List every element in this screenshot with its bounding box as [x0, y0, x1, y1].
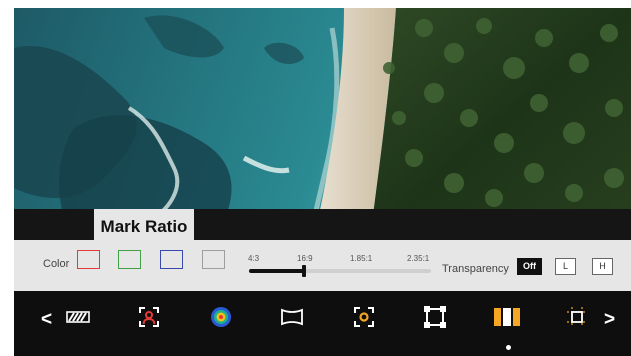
- anamorphic-icon[interactable]: [278, 303, 306, 331]
- swatch-gray[interactable]: [202, 250, 225, 269]
- frame: Mark Ratio Color 4:3 16:9 1.85:1 2.35:1 …: [0, 0, 631, 356]
- panel-title: Mark Ratio: [94, 209, 194, 244]
- grid-marker-icon[interactable]: [563, 303, 591, 331]
- ratio-label-1-85-1: 1.85:1: [350, 254, 373, 263]
- transparency-off-button[interactable]: Off: [517, 258, 542, 275]
- swatch-red[interactable]: [77, 250, 100, 269]
- transparency-high-button[interactable]: H: [592, 258, 613, 275]
- function-toolbar: < >: [14, 291, 631, 356]
- toolbar-prev-arrow[interactable]: <: [41, 300, 52, 340]
- toolbar-next-arrow[interactable]: >: [604, 300, 615, 340]
- false-color-icon[interactable]: [207, 303, 235, 331]
- mark-ratio-panel: Color 4:3 16:9 1.85:1 2.35:1 Transparenc…: [14, 240, 631, 291]
- ratio-label-16-9: 16:9: [297, 254, 313, 263]
- color-label: Color: [43, 258, 70, 270]
- center-marker-icon[interactable]: [350, 303, 378, 331]
- monitor-screen: Mark Ratio Color 4:3 16:9 1.85:1 2.35:1 …: [14, 8, 631, 356]
- mark-ratio-icon[interactable]: [492, 303, 520, 331]
- transparency-low-button[interactable]: L: [555, 258, 576, 275]
- ratio-label-4-3: 4:3: [248, 254, 260, 263]
- safe-frame-icon[interactable]: [421, 303, 449, 331]
- active-tool-indicator: [506, 345, 511, 350]
- zebra-icon[interactable]: [64, 303, 92, 331]
- swatch-blue[interactable]: [160, 250, 183, 269]
- transparency-label: Transparency: [442, 263, 509, 275]
- ratio-slider-fill: [249, 269, 304, 273]
- ratio-label-2-35-1: 2.35:1: [407, 254, 430, 263]
- ratio-slider[interactable]: [249, 265, 431, 277]
- focus-assist-icon[interactable]: [135, 303, 163, 331]
- swatch-green[interactable]: [118, 250, 141, 269]
- ratio-slider-thumb[interactable]: [301, 265, 306, 277]
